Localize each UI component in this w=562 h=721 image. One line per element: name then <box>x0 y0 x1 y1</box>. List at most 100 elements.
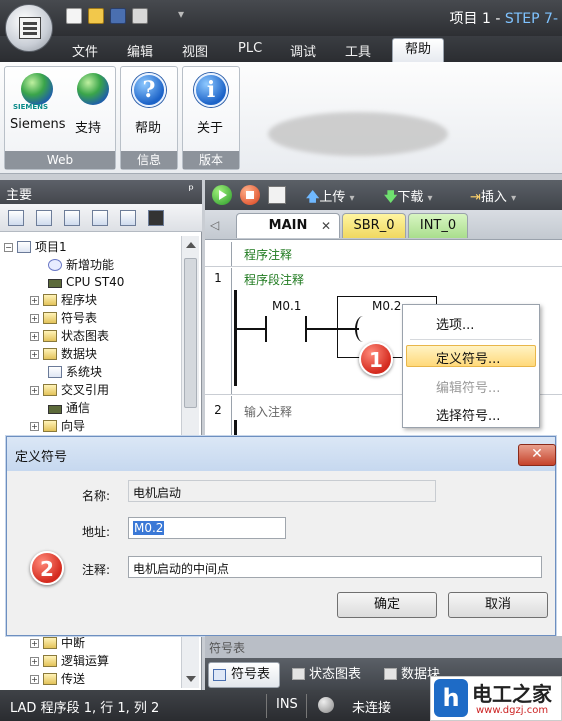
ok-button[interactable]: 确定 <box>337 592 437 618</box>
tab-edit[interactable]: 编辑 <box>127 41 153 60</box>
tree-item-move[interactable]: + 传送 <box>30 670 85 688</box>
about-button[interactable]: 关于 <box>197 117 223 136</box>
tree-item-system-block[interactable]: 系统块 <box>48 363 102 381</box>
collapse-icon[interactable]: − <box>4 243 13 252</box>
application-button[interactable] <box>5 4 53 52</box>
run-icon[interactable] <box>212 185 232 205</box>
tab-int0[interactable]: INT_0 <box>408 213 468 238</box>
tab-status-chart[interactable]: 状态图表 <box>292 664 361 686</box>
tree-item-data-block[interactable]: + 数据块 <box>30 345 97 363</box>
expand-icon[interactable]: + <box>30 350 39 359</box>
tree-item-symbol-table[interactable]: + 符号表 <box>30 309 97 327</box>
expand-icon[interactable]: + <box>30 675 39 684</box>
tree-label: 符号表 <box>61 311 98 325</box>
view-icon-5[interactable] <box>120 210 136 226</box>
download-button[interactable]: 🡇下载 ▾ <box>384 186 433 205</box>
print-icon[interactable] <box>132 8 148 24</box>
tree-item-logic-ops[interactable]: + 逻辑运算 <box>30 652 109 670</box>
contact-1-left[interactable] <box>265 316 267 342</box>
pin-icon[interactable]: ᵖ <box>188 183 194 198</box>
view-icon-3[interactable] <box>64 210 80 226</box>
tab-tools[interactable]: 工具 <box>345 41 371 60</box>
scroll-thumb[interactable] <box>184 258 197 408</box>
tree-label: 通信 <box>66 401 91 415</box>
tree-item-program-block[interactable]: + 程序块 <box>30 291 97 309</box>
tree-item-project[interactable]: − 项目1 <box>4 238 67 256</box>
menu-item-define-symbol[interactable]: 定义符号... <box>436 348 500 367</box>
network-comment[interactable]: 程序段注释 <box>244 271 304 288</box>
tree-label: 交叉引用 <box>61 383 110 397</box>
expand-icon[interactable]: + <box>30 332 39 341</box>
tab-symbol-table[interactable]: 符号表 <box>208 662 280 688</box>
new-file-icon[interactable] <box>66 8 82 24</box>
tree-item-cpu[interactable]: CPU ST40 <box>48 273 124 291</box>
upload-button[interactable]: 🡅上传 ▾ <box>306 186 355 205</box>
program-comment[interactable]: 程序注释 <box>244 246 292 263</box>
watermark-title: 电工之家 <box>472 682 552 706</box>
network-number: 1 <box>214 271 222 285</box>
tab-help[interactable]: 帮助 <box>392 38 444 64</box>
tab-file[interactable]: 文件 <box>72 41 98 60</box>
menu-item-options[interactable]: 选项... <box>436 314 474 333</box>
document-icon <box>48 366 62 378</box>
arrow-up-icon: 🡅 <box>306 190 320 205</box>
dialog-close-button[interactable]: ✕ <box>518 444 556 466</box>
address-label: 地址: <box>82 525 111 539</box>
tab-view[interactable]: 视图 <box>182 41 208 60</box>
tab-main[interactable]: MAIN ✕ <box>236 213 340 238</box>
folder-icon <box>43 294 57 306</box>
expand-icon[interactable]: + <box>30 422 39 431</box>
siemens-button[interactable]: Siemens <box>10 117 66 132</box>
cancel-button[interactable]: 取消 <box>448 592 548 618</box>
expand-icon[interactable]: + <box>30 639 39 648</box>
network-comment[interactable]: 输入注释 <box>244 403 292 420</box>
scroll-up-icon[interactable] <box>186 242 196 248</box>
help-button[interactable]: 帮助 <box>135 117 161 136</box>
folder-icon <box>43 673 57 685</box>
tree-item-cross-reference[interactable]: + 交叉引用 <box>30 381 109 399</box>
monitor-icon[interactable] <box>148 210 164 226</box>
tab-sbr0[interactable]: SBR_0 <box>342 213 406 238</box>
tree-item-status-chart[interactable]: + 状态图表 <box>30 327 109 345</box>
expand-icon[interactable]: + <box>30 386 39 395</box>
view-icon-4[interactable] <box>92 210 108 226</box>
menu-item-select-symbol[interactable]: 选择符号... <box>436 405 500 424</box>
network-icon <box>48 405 62 414</box>
address-field[interactable]: M0.2 <box>128 517 286 539</box>
tree-label: 逻辑运算 <box>61 654 110 668</box>
tree-item-new-features[interactable]: 新增功能 <box>48 256 114 274</box>
qat-dropdown-icon[interactable]: ▾ <box>178 7 184 21</box>
cpu-icon <box>48 279 62 288</box>
tab-debug[interactable]: 调试 <box>290 41 316 60</box>
panel-header: 主要 ᵖ <box>0 180 202 204</box>
tab-plc[interactable]: PLC <box>238 41 262 59</box>
siemens-globe-icon <box>21 73 53 105</box>
network-number: 2 <box>214 403 222 417</box>
tree-label: 新增功能 <box>66 258 115 272</box>
support-button[interactable]: 支持 <box>75 117 101 136</box>
tree-item-communication[interactable]: 通信 <box>48 399 90 417</box>
tab-main-label: MAIN <box>268 218 308 233</box>
close-icon[interactable]: ✕ <box>321 214 331 238</box>
folder-icon <box>43 312 57 324</box>
name-field[interactable]: 电机启动 <box>128 480 436 502</box>
compile-icon[interactable] <box>268 186 286 204</box>
tree-item-wizard[interactable]: + 向导 <box>30 417 85 435</box>
scroll-down-icon[interactable] <box>186 676 196 682</box>
insert-button[interactable]: ⇥插入 ▾ <box>470 186 516 205</box>
view-icon-1[interactable] <box>8 210 24 226</box>
tab-scroll-left-icon[interactable]: ◁ <box>210 218 219 232</box>
stop-icon[interactable] <box>240 185 260 205</box>
comment-field[interactable]: 电机启动的中间点 <box>128 556 542 578</box>
folder-icon <box>43 348 57 360</box>
view-icon-2[interactable] <box>36 210 52 226</box>
open-folder-icon[interactable] <box>88 8 104 24</box>
tree-item-interrupt[interactable]: + 中断 <box>30 634 85 652</box>
expand-icon[interactable]: + <box>30 657 39 666</box>
expand-icon[interactable]: + <box>30 296 39 305</box>
menu-separator <box>410 339 532 340</box>
expand-icon[interactable]: + <box>30 314 39 323</box>
menu-item-edit-symbol[interactable]: 编辑符号... <box>436 377 500 396</box>
save-icon[interactable] <box>110 8 126 24</box>
power-rail <box>234 290 237 386</box>
